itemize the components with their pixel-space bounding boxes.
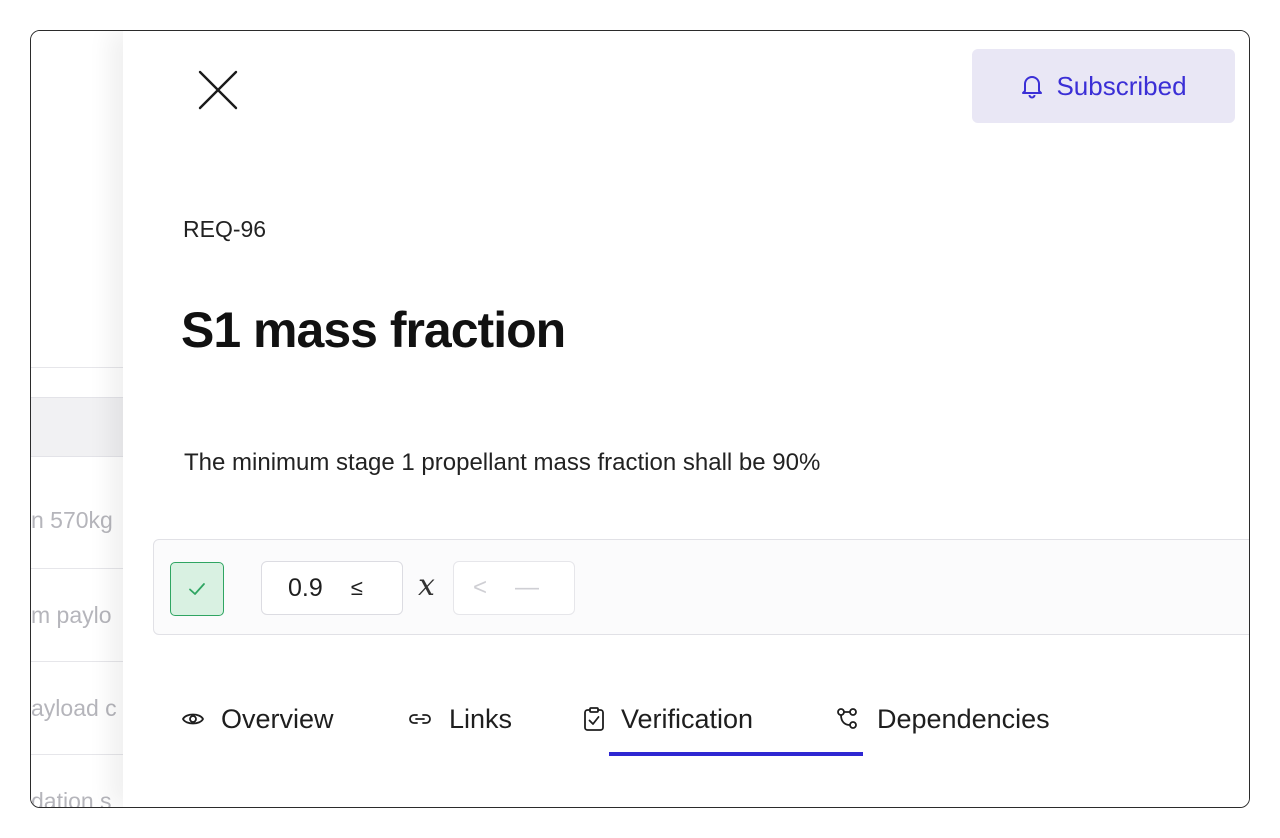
requirement-drawer: Subscribed REQ-96 S1 mass fraction The m… [123, 31, 1249, 807]
lower-bound-value: 0.9 [288, 573, 323, 602]
requirement-title[interactable]: S1 mass fraction [181, 301, 566, 359]
lower-bound-operator: ≤ [350, 575, 363, 600]
clipboard-check-icon [584, 707, 604, 731]
tab-dependencies[interactable]: Dependencies [835, 686, 1050, 752]
requirement-description[interactable]: The minimum stage 1 propellant mass frac… [184, 449, 820, 477]
upper-bound-operator: < [473, 574, 488, 601]
tab-label: Dependencies [877, 703, 1050, 734]
eye-icon [181, 713, 205, 725]
subscribe-button[interactable]: Subscribed [972, 49, 1235, 123]
subscribe-label: Subscribed [1056, 70, 1187, 101]
tab-label: Links [449, 703, 513, 734]
list-item[interactable]: ayload c [31, 695, 123, 735]
variable-symbol: x [418, 568, 435, 603]
bell-icon [1020, 73, 1044, 99]
verification-status-toggle[interactable] [170, 562, 224, 616]
upper-bound-field[interactable]: < — [453, 561, 575, 615]
list-item[interactable]: dation s [31, 788, 123, 808]
tab-links[interactable]: Links [407, 686, 512, 752]
tab-label: Overview [221, 703, 334, 734]
list-item-text: n 570kg [31, 507, 113, 533]
close-button[interactable] [195, 67, 241, 113]
check-icon [189, 583, 205, 595]
tab-label: Verification [621, 703, 754, 734]
constraint-bar: 0.9 ≤ x < — [153, 539, 1249, 635]
lower-bound-field[interactable]: 0.9 ≤ [261, 561, 403, 615]
close-icon [198, 70, 238, 110]
active-tab-indicator [609, 752, 863, 756]
app-window: n 570kg m paylo ayload c dation s Subscr… [30, 30, 1250, 808]
list-item-text: m paylo [31, 602, 112, 628]
dependencies-icon [837, 708, 857, 729]
link-icon [409, 714, 431, 724]
tab-verification[interactable]: Verification [583, 686, 753, 752]
requirement-id: REQ-96 [183, 216, 267, 242]
list-item-text: dation s [31, 788, 112, 808]
list-item[interactable]: n 570kg [31, 507, 123, 547]
list-item[interactable]: m paylo [31, 602, 123, 642]
tab-bar: Overview Links Verification Dependencies [181, 686, 1181, 756]
list-item-text: ayload c [31, 695, 117, 721]
upper-bound-value: — [515, 574, 540, 601]
tab-overview[interactable]: Overview [181, 686, 334, 752]
